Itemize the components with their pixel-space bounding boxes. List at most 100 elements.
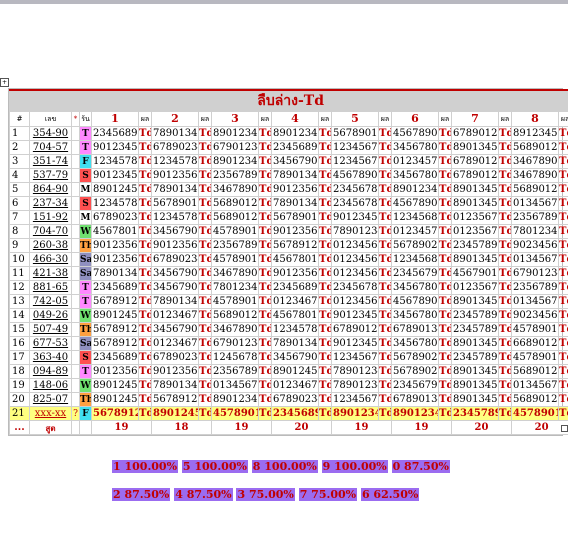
td-tag: Td	[498, 336, 512, 351]
table-row: 21xxx-xx?F5678912345Td8901245678Td457890…	[9, 406, 568, 421]
td-tag: Td	[318, 350, 332, 365]
digit-cell: 8901345678	[451, 364, 499, 379]
digit-cell: 9012356789	[151, 238, 199, 253]
td-tag: Td	[138, 294, 152, 309]
row-index: 3	[9, 154, 30, 169]
stat-item: 2 87.50%	[112, 488, 171, 501]
td-tag: Td	[318, 406, 332, 421]
row-code[interactable]: 537-79	[29, 168, 72, 183]
digit-cell: 4567901234	[451, 266, 499, 281]
row-code[interactable]: 148-06	[29, 378, 72, 393]
td-tag: Td	[138, 406, 152, 421]
digit-cell: 8901345678	[451, 252, 499, 267]
digit-cell: 0123456789	[331, 266, 379, 281]
digit-cell: 0123456789	[331, 252, 379, 267]
td-tag: Td	[438, 266, 452, 281]
digit-cell: 6689012345	[511, 336, 559, 351]
digit-cell: 4567801234	[91, 224, 139, 239]
td-tag: Td	[438, 336, 452, 351]
td-tag: Td	[498, 252, 512, 267]
digit-cell: 3467890123	[211, 182, 259, 197]
td-tag: Td	[258, 182, 272, 197]
digit-cell: 2345678901	[331, 280, 379, 295]
footer-value: 18	[151, 420, 212, 435]
td-tag: Td	[557, 252, 568, 267]
day-badge: Sa	[79, 252, 92, 267]
header-sep: ผล	[138, 111, 152, 127]
digit-cell: 8901234567	[391, 406, 439, 421]
row-code[interactable]: xxx-xx	[29, 406, 72, 421]
digit-cell: 9023456789	[511, 238, 559, 253]
td-tag: Td	[318, 364, 332, 379]
header-sep: ผล	[318, 111, 332, 127]
row-code[interactable]: 825-07	[29, 392, 72, 407]
row-star	[71, 266, 80, 281]
row-code[interactable]: 881-65	[29, 280, 72, 295]
digit-cell: 2345689012	[91, 126, 139, 141]
footer-value: 20	[271, 420, 332, 435]
td-tag: Td	[198, 126, 212, 141]
row-code[interactable]: 466-30	[29, 252, 72, 267]
td-tag: Td	[198, 294, 212, 309]
td-tag: Td	[498, 196, 512, 211]
td-tag: Td	[198, 322, 212, 337]
header-num: #	[9, 111, 30, 127]
digit-cell: 4578901234	[511, 322, 559, 337]
digit-cell: 4567801234	[271, 308, 319, 323]
row-code[interactable]: 363-40	[29, 350, 72, 365]
row-code[interactable]: 049-26	[29, 308, 72, 323]
digit-cell: 8901345678	[451, 336, 499, 351]
row-code[interactable]: 677-53	[29, 336, 72, 351]
table-row: 4537-79S9012345678Td9012356789Td23567890…	[9, 168, 568, 183]
td-tag: Td	[198, 280, 212, 295]
digit-cell: 1234578901	[91, 196, 139, 211]
td-tag: Td	[557, 308, 568, 323]
footer-dots: ...	[9, 420, 30, 435]
digit-cell: 3456780123	[391, 336, 439, 351]
row-code[interactable]: 864-90	[29, 182, 72, 197]
row-code[interactable]: 237-34	[29, 196, 72, 211]
resize-handle-icon[interactable]	[561, 425, 568, 432]
digit-cell: 9023456789	[511, 308, 559, 323]
row-star: ?	[71, 406, 80, 421]
td-tag: Td	[557, 350, 568, 365]
stat-item: 0 87.50%	[391, 460, 450, 473]
digit-cell: 4578901234	[511, 350, 559, 365]
digit-cell: 3456790123	[271, 350, 319, 365]
row-code[interactable]: 421-38	[29, 266, 72, 281]
row-code[interactable]: 507-49	[29, 322, 72, 337]
digit-cell: 7890134567	[271, 196, 319, 211]
td-tag: Td	[138, 252, 152, 267]
table-row: 3351-74F1234578901Td1234578901Td89012345…	[9, 154, 568, 169]
header-sep: ผล	[557, 111, 568, 127]
digit-cell: 1234568901	[391, 210, 439, 225]
td-tag: Td	[318, 238, 332, 253]
td-tag: Td	[438, 196, 452, 211]
td-tag: Td	[378, 168, 392, 183]
row-code[interactable]: 351-74	[29, 154, 72, 169]
row-code[interactable]: 704-70	[29, 224, 72, 239]
footer-value: 19	[211, 420, 272, 435]
row-code[interactable]: 151-92	[29, 210, 72, 225]
digit-cell: 5678912345	[91, 322, 139, 337]
row-code[interactable]: 704-57	[29, 140, 72, 155]
td-tag: Td	[438, 280, 452, 295]
digit-cell: 0123467890	[151, 336, 199, 351]
digit-cell: 8901345678	[451, 392, 499, 407]
td-tag: Td	[198, 140, 212, 155]
td-tag: Td	[378, 392, 392, 407]
header-sep: ผล	[198, 111, 212, 127]
table-anchor-icon[interactable]: +	[0, 78, 9, 87]
td-tag: Td	[438, 182, 452, 197]
digit-cell: 8901234567	[271, 126, 319, 141]
row-code[interactable]: 742-05	[29, 294, 72, 309]
td-tag: Td	[498, 280, 512, 295]
digit-cell: 1234567890	[331, 140, 379, 155]
digit-cell: 3467890123	[511, 154, 559, 169]
digit-cell: 4578901234	[211, 406, 259, 421]
table-row: 2704-57T9012345678Td6789023456Td67901234…	[9, 140, 568, 155]
td-tag: Td	[498, 140, 512, 155]
row-code[interactable]: 354-90	[29, 126, 72, 141]
row-code[interactable]: 094-89	[29, 364, 72, 379]
row-code[interactable]: 260-38	[29, 238, 72, 253]
